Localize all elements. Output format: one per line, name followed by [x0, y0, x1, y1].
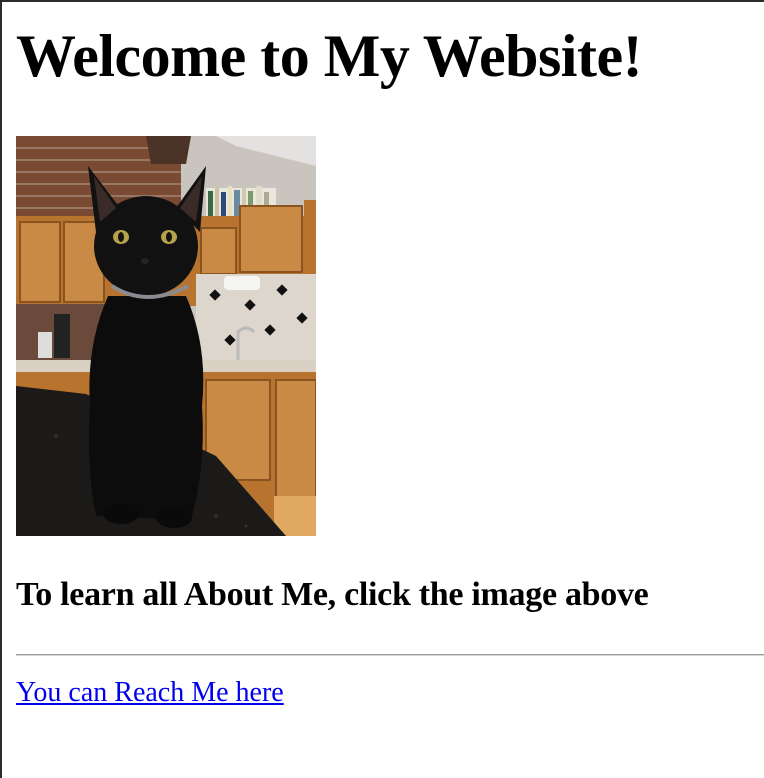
page-title: Welcome to My Website!	[16, 23, 643, 89]
cat-photo	[16, 136, 316, 536]
about-me-image-link[interactable]	[16, 136, 316, 536]
horizontal-divider	[16, 654, 764, 656]
about-me-instruction: To learn all About Me, click the image a…	[16, 576, 649, 613]
contact-link[interactable]: You can Reach Me here	[16, 676, 284, 710]
